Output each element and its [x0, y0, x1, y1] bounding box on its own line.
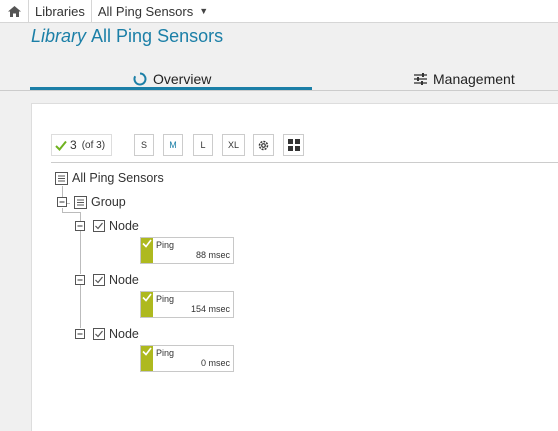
size-s-button[interactable]: S: [134, 134, 154, 156]
sensor-status-strip: [141, 346, 153, 371]
gear-icon: [258, 140, 269, 150]
collapse-icon[interactable]: [57, 197, 67, 207]
collapse-icon[interactable]: [75, 221, 85, 231]
tree-line: [62, 212, 81, 213]
node-check-icon: [93, 220, 105, 232]
size-l-button[interactable]: L: [193, 134, 213, 156]
tab-divider: [0, 90, 558, 91]
collapse-icon[interactable]: [75, 275, 85, 285]
tree-group-label: Group: [91, 195, 126, 209]
collapse-icon[interactable]: [75, 329, 85, 339]
tree-node-label: Node: [109, 273, 139, 287]
check-icon: [142, 347, 152, 356]
size-m-button[interactable]: M: [163, 134, 183, 156]
sensor-status-strip: [141, 238, 153, 263]
tab-management[interactable]: Management: [414, 71, 515, 87]
check-icon: [55, 140, 67, 151]
sensor-value: 0 msec: [200, 358, 230, 368]
total-count: (of 3): [81, 139, 106, 151]
sliders-icon: [414, 73, 427, 85]
tab-overview[interactable]: Overview: [133, 71, 211, 87]
node-check-icon: [93, 274, 105, 286]
tree-node[interactable]: Node: [75, 273, 139, 287]
tree-node-label: Node: [109, 327, 139, 341]
tree-node-label: Node: [109, 219, 139, 233]
page-title-prefix: Library: [31, 26, 87, 46]
tab-management-label: Management: [433, 71, 515, 87]
tree-root-label: All Ping Sensors: [72, 171, 164, 185]
selected-count: 3: [70, 138, 77, 152]
sensor-name: Ping: [156, 348, 175, 358]
size-xl-button[interactable]: XL: [222, 134, 245, 156]
breadcrumb: Libraries All Ping Sensors ▼: [0, 0, 558, 23]
sensor-value: 154 msec: [190, 304, 230, 314]
home-icon: [7, 5, 21, 17]
home-button[interactable]: [0, 0, 29, 22]
breadcrumb-current-library[interactable]: All Ping Sensors: [92, 0, 199, 22]
chevron-down-icon[interactable]: ▼: [199, 0, 220, 22]
node-check-icon: [93, 328, 105, 340]
tab-overview-label: Overview: [153, 71, 212, 87]
page-title: Library All Ping Sensors: [31, 26, 223, 47]
toolbar-divider: [51, 162, 558, 163]
sensor-tile[interactable]: Ping 154 msec: [140, 291, 234, 318]
tile-view-button[interactable]: [283, 134, 304, 156]
spinner-icon: [133, 72, 147, 86]
selection-count-button[interactable]: 3 (of 3): [51, 134, 113, 156]
selection-toolbar: 3 (of 3): [51, 134, 113, 156]
page-title-name: All Ping Sensors: [91, 26, 224, 46]
settings-button[interactable]: [253, 134, 274, 156]
grid-icon: [287, 139, 300, 151]
check-icon: [142, 293, 152, 302]
breadcrumb-libraries[interactable]: Libraries: [29, 0, 92, 22]
sensor-value: 88 msec: [195, 250, 230, 260]
sensor-tile[interactable]: Ping 88 msec: [140, 237, 234, 264]
sensor-status-strip: [141, 292, 153, 317]
tree-group[interactable]: Group: [57, 195, 126, 209]
sensor-name: Ping: [156, 240, 175, 250]
tree-node[interactable]: Node: [75, 219, 139, 233]
sensor-tile[interactable]: Ping 0 msec: [140, 345, 234, 372]
tree-line: [80, 285, 81, 328]
tree-line: [80, 231, 81, 274]
sensor-name: Ping: [156, 294, 175, 304]
check-icon: [142, 239, 152, 248]
library-icon: [55, 171, 68, 185]
tree-node[interactable]: Node: [75, 327, 139, 341]
tree-root[interactable]: All Ping Sensors: [55, 171, 164, 185]
group-icon: [74, 195, 87, 209]
